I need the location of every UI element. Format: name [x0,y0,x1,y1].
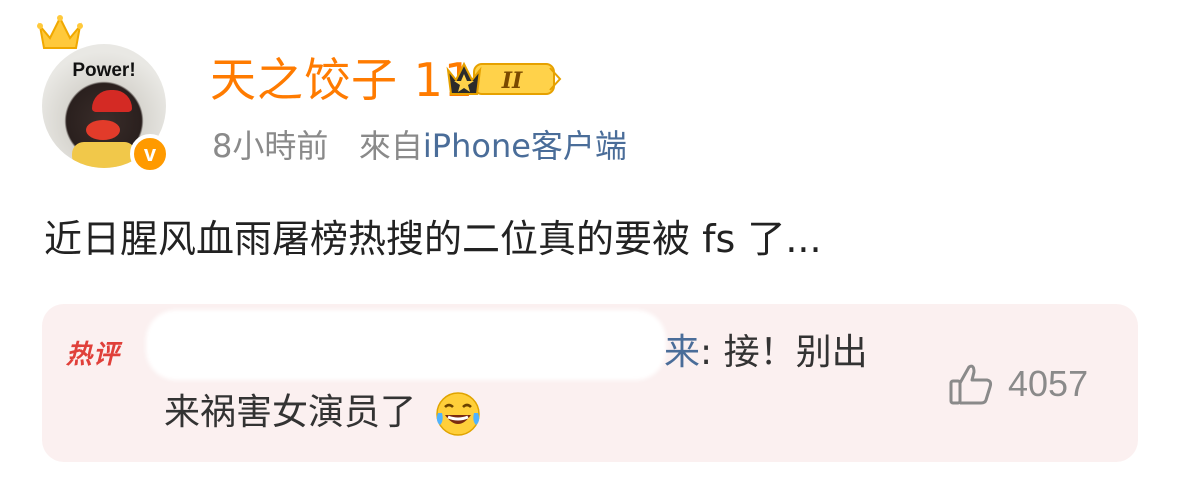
like-count: 4057 [1008,363,1089,404]
post-meta: 8小時前 來自iPhone客户端 [212,124,627,168]
like-button[interactable]: 4057 [948,360,1088,408]
laughing-tears-emoji-icon [436,392,481,436]
level-badge-text: II [501,68,523,94]
level-badge-icon[interactable]: II [444,58,562,100]
post-time: 8小時前 [212,127,329,165]
comment-text-2: 来祸害女演员了 [164,392,417,433]
hot-comment-tag: 热评 [66,340,121,370]
comment-line-1: 来: 接！别出 [664,328,868,378]
username[interactable]: 天之饺子 11 [210,50,474,110]
avatar-beak [86,120,120,140]
comment-line-2: 来祸害女演员了 [164,388,483,439]
commenter-name[interactable]: 来 [664,332,700,373]
comment-text-1: : 接！别出 [700,332,868,373]
avatar-hat [92,90,132,112]
from-label: 來自 [358,127,423,165]
hot-comment[interactable]: 热评 来: 接！别出 来祸害女演员了 4057 [42,304,1138,462]
thumbs-up-icon [949,364,993,405]
avatar-scarf [72,142,136,168]
verified-icon: v [130,134,170,174]
avatar-text: Power! [72,60,136,81]
redacted-commenter [146,310,666,380]
crown-icon [37,15,83,49]
avatar-container[interactable]: Power! v [36,14,186,174]
post-source[interactable]: iPhone客户端 [423,127,627,165]
post-text: 近日腥风血雨屠榜热搜的二位真的要被 fs 了... [44,217,822,261]
